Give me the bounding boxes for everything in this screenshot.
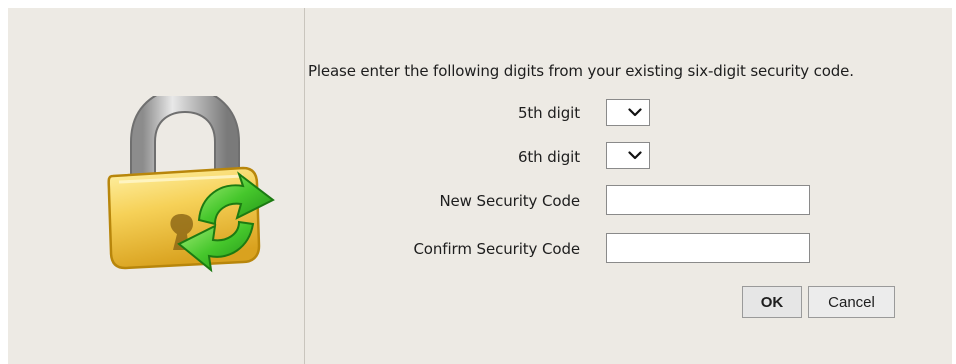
security-code-dialog: Please enter the following digits from y… — [8, 8, 952, 364]
cancel-button[interactable]: Cancel — [808, 286, 895, 318]
digit5-select[interactable] — [606, 99, 650, 126]
ok-button[interactable]: OK — [742, 286, 802, 318]
digit6-select[interactable] — [606, 142, 650, 169]
digit5-label: 5th digit — [517, 104, 580, 122]
icon-panel — [8, 8, 304, 364]
new-security-code-label: New Security Code — [439, 192, 580, 210]
new-security-code-input[interactable] — [606, 185, 810, 215]
lock-refresh-icon — [107, 96, 275, 273]
form-panel: Please enter the following digits from y… — [305, 8, 952, 364]
digit6-label: 6th digit — [517, 148, 580, 166]
chevron-down-icon — [628, 108, 642, 117]
chevron-down-icon — [628, 151, 642, 160]
confirm-security-code-label: Confirm Security Code — [413, 240, 580, 258]
confirm-security-code-input[interactable] — [606, 233, 810, 263]
instruction-text: Please enter the following digits from y… — [308, 62, 854, 80]
